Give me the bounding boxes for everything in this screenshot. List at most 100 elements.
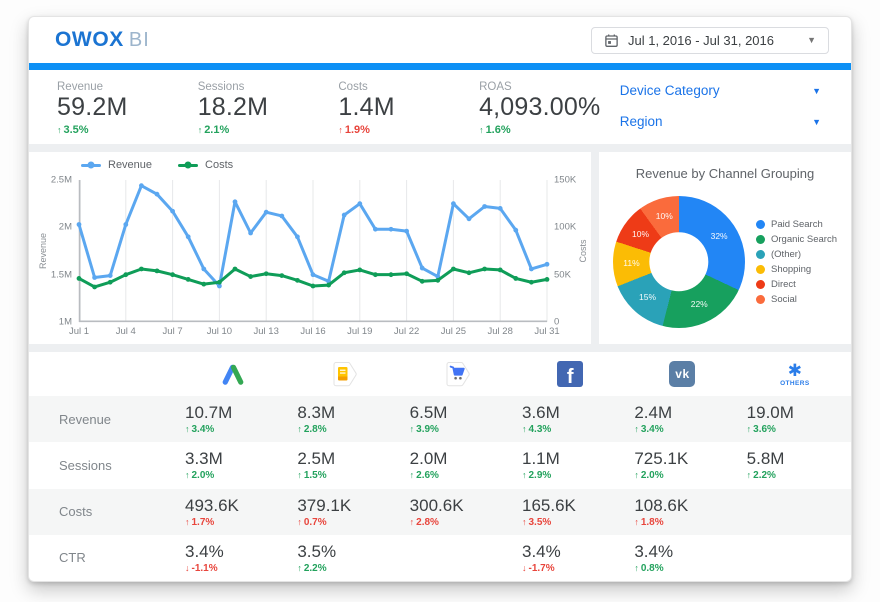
metric-value: 19.0M (746, 403, 794, 423)
filter-device-category[interactable]: Device Category ▼ (620, 83, 821, 98)
x-axis-tick: Jul 1 (68, 326, 90, 337)
legend-dot (756, 264, 765, 274)
charts-section: Revenue Costs Revenue Costs 2.5M 2M 1.5M 1M 1… (29, 152, 851, 344)
metric-cell: 3.3M ↑ 2.0% (177, 449, 289, 481)
donut-legend: Paid Search Organic Search (Other) Shopping… (756, 219, 837, 305)
legend-label: Shopping (771, 263, 812, 275)
metric-value: 3.3M (185, 449, 223, 469)
kpi-revenue: Revenue 59.2M ↑ 3.5% (57, 81, 198, 136)
date-range-picker[interactable]: Jul 1, 2016 - Jul 31, 2016 ▼ (591, 26, 829, 54)
filter-region[interactable]: Region ▼ (620, 114, 821, 129)
metric-value: 8.3M (297, 403, 336, 423)
legend-item-costs[interactable]: Costs (178, 159, 233, 171)
metric-value: 2.5M (297, 449, 336, 469)
section-divider (29, 344, 851, 352)
donut-legend-item-organic-search[interactable]: Organic Search (756, 234, 837, 245)
donut-slice-label-organic-search: 22% (690, 299, 708, 310)
trend-down-arrow-icon: ↓ (522, 562, 527, 573)
legend-swatch (178, 161, 199, 169)
metric-delta: ↑ 2.2% (747, 470, 851, 481)
donut-legend-item-social[interactable]: Social (756, 294, 837, 305)
kpi-value: 18.2M (197, 93, 269, 121)
line-chart-svg (76, 180, 550, 323)
kpi-delta-value: 2.1% (204, 123, 230, 136)
metric-cell: 165.6K ↑ 3.5% (514, 496, 626, 528)
metric-value: 10.7M (185, 403, 233, 423)
metric-cell: 6.5M ↑ 3.9% (402, 403, 514, 435)
x-axis-tick: Jul 16 (300, 326, 326, 337)
trend-up-arrow-icon: ↑ (185, 470, 190, 481)
owox-bi-logo: OWOX BI (55, 28, 150, 52)
metric-cell: 8.3M ↑ 2.8% (289, 403, 401, 435)
metric-delta-value: 1.8% (640, 516, 664, 528)
channel-column-facebook-icon: f (514, 361, 626, 387)
others-icon: ✱ (787, 360, 802, 380)
metric-delta: ↑ 3.9% (410, 424, 514, 435)
metric-value: 493.6K (185, 495, 239, 515)
y-axis-tick-left: 2.5M (50, 174, 72, 186)
trend-up-arrow-icon: ↑ (185, 424, 190, 435)
row-label: Revenue (59, 411, 112, 427)
metric-delta: ↑ 2.8% (410, 517, 514, 528)
trend-up-arrow-icon: ↑ (297, 424, 302, 435)
metric-delta-value: 3.5% (528, 516, 552, 528)
trend-up-arrow-icon: ↑ (522, 516, 527, 527)
metric-delta: ↑ 1.7% (185, 517, 289, 528)
metric-cell: 108.6K ↑ 1.8% (626, 496, 738, 528)
metric-delta: ↑ 2.0% (185, 470, 289, 481)
metric-delta-value: 2.0% (191, 470, 215, 482)
metric-delta: ↑ 3.4% (185, 424, 289, 435)
metric-cell: 3.4% ↓ -1.7% (514, 542, 626, 574)
donut-legend-item-paid-search[interactable]: Paid Search (756, 219, 837, 230)
row-label: Costs (59, 504, 93, 520)
channel-column-google-shopping-icon (402, 359, 514, 389)
legend-dot (756, 294, 765, 304)
trend-up-arrow-icon: ↑ (409, 470, 415, 481)
metric-delta: ↑ 2.8% (297, 424, 401, 435)
trend-up-arrow-icon: ↑ (479, 124, 484, 135)
kpi-delta: ↑ 1.9% (338, 124, 479, 136)
x-axis-tick: Jul 22 (393, 326, 420, 337)
donut-legend-item-direct[interactable]: Direct (756, 279, 837, 290)
table-row-revenue: Revenue 10.7M ↑ 3.4% 8.3M ↑ 2.8% 6.5M ↑ 3.9% 3.6M ↑… (29, 396, 851, 443)
metric-cell: 3.4% ↓ -1.1% (177, 542, 289, 574)
trend-up-arrow-icon: ↑ (57, 124, 62, 135)
table-row-sessions: Sessions 3.3M ↑ 2.0% 2.5M ↑ 1.5% 2.0M ↑ 2.6% 1.1M ↑… (29, 442, 851, 488)
metric-value: 3.6M (522, 403, 560, 423)
section-divider (29, 144, 851, 152)
donut-chart-title: Revenue by Channel Grouping (635, 166, 815, 181)
legend-label: Social (771, 293, 797, 305)
metric-delta-value: 2.2% (753, 470, 776, 482)
metric-value: 3.4% (634, 541, 674, 561)
trend-up-arrow-icon: ↑ (409, 516, 415, 527)
x-axis-tick: Jul 7 (162, 326, 183, 337)
timeseries-chart-panel: Revenue Costs Revenue Costs 2.5M 2M 1.5M 1M 1… (29, 152, 591, 344)
table-row-costs: Costs 493.6K ↑ 1.7% 379.1K ↑ 0.7% 300.6K ↑ 2.8% 16… (29, 488, 851, 535)
kpi-value: 4,093.00% (479, 93, 601, 121)
metric-value: 3.5% (297, 541, 337, 561)
y-axis-tick-left: 2M (58, 221, 72, 233)
y-axis-tick-left: 1.5M (50, 269, 72, 281)
metric-delta: ↑ 4.3% (522, 424, 626, 435)
metric-value: 165.6K (522, 495, 576, 515)
metric-value: 108.6K (634, 495, 689, 515)
legend-item-revenue[interactable]: Revenue (81, 159, 152, 171)
dashboard-card: OWOX BI Jul 1, 2016 - Jul 31, 2016 ▼ Rev… (28, 16, 852, 582)
metric-delta-value: 2.8% (416, 516, 439, 528)
metric-delta: ↑ 2.2% (297, 563, 401, 574)
metric-delta: ↑ 0.7% (297, 517, 401, 528)
legend-dot (756, 249, 765, 259)
kpi-delta-value: 1.6% (485, 123, 511, 136)
trend-up-arrow-icon: ↑ (634, 516, 639, 527)
donut-legend-item-other[interactable]: (Other) (756, 249, 837, 260)
donut-legend-item-shopping[interactable]: Shopping (756, 264, 837, 275)
filter-label: Device Category (619, 83, 720, 98)
metric-value: 6.5M (409, 403, 448, 423)
trend-up-arrow-icon: ↑ (634, 562, 639, 573)
accent-bar (29, 63, 851, 70)
kpi-delta: ↑ 1.6% (479, 124, 620, 136)
metric-delta: ↓ -1.7% (522, 563, 626, 574)
metric-value: 3.4% (185, 541, 224, 561)
chevron-down-icon: ▼ (807, 35, 816, 45)
legend-label: Revenue (108, 159, 153, 171)
